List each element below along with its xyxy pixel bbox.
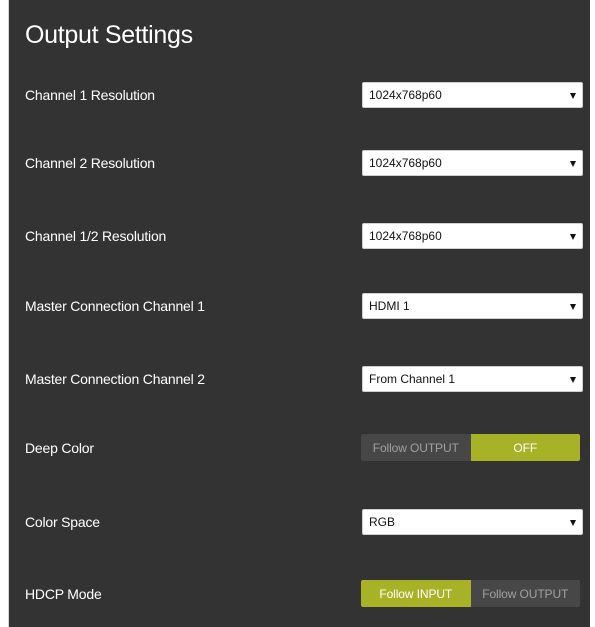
hdcp-mode-toggle: Follow INPUT Follow OUTPUT [361, 580, 580, 607]
channel-1-2-resolution-label: Channel 1/2 Resolution [25, 228, 167, 244]
hdcp-mode-label: HDCP Mode [25, 586, 102, 602]
output-settings-panel: Output Settings Channel 1 Resolution 102… [8, 0, 590, 627]
channel-1-resolution-label: Channel 1 Resolution [25, 87, 155, 103]
master-connection-channel-1-value: HDMI 1 [369, 299, 410, 313]
color-space-select[interactable]: RGB [362, 509, 583, 535]
page-title: Output Settings [25, 21, 193, 49]
color-space-value: RGB [369, 515, 396, 529]
chevron-down-icon [570, 234, 576, 240]
master-connection-channel-2-value: From Channel 1 [369, 372, 456, 386]
channel-1-2-resolution-value: 1024x768p60 [369, 229, 442, 243]
chevron-down-icon [570, 520, 576, 526]
channel-1-resolution-select[interactable]: 1024x768p60 [362, 82, 583, 108]
chevron-down-icon [570, 304, 576, 310]
channel-2-resolution-label: Channel 2 Resolution [25, 155, 155, 171]
hdcp-mode-option-follow-input[interactable]: Follow INPUT [361, 580, 471, 607]
chevron-down-icon [570, 93, 576, 99]
master-connection-channel-1-label: Master Connection Channel 1 [25, 298, 205, 314]
deep-color-label: Deep Color [25, 440, 94, 456]
deep-color-option-off[interactable]: OFF [470, 434, 580, 461]
channel-1-resolution-value: 1024x768p60 [369, 88, 442, 102]
master-connection-channel-2-select[interactable]: From Channel 1 [362, 366, 583, 392]
chevron-down-icon [570, 377, 576, 383]
channel-1-2-resolution-select[interactable]: 1024x768p60 [362, 223, 583, 249]
master-connection-channel-1-select[interactable]: HDMI 1 [362, 293, 583, 319]
hdcp-mode-option-follow-output[interactable]: Follow OUTPUT [470, 580, 580, 607]
channel-2-resolution-select[interactable]: 1024x768p60 [362, 150, 583, 176]
deep-color-option-follow-output[interactable]: Follow OUTPUT [361, 434, 471, 461]
deep-color-toggle: Follow OUTPUT OFF [361, 434, 580, 461]
channel-2-resolution-value: 1024x768p60 [369, 156, 442, 170]
master-connection-channel-2-label: Master Connection Channel 2 [25, 371, 205, 387]
chevron-down-icon [570, 161, 576, 167]
color-space-label: Color Space [25, 514, 100, 530]
